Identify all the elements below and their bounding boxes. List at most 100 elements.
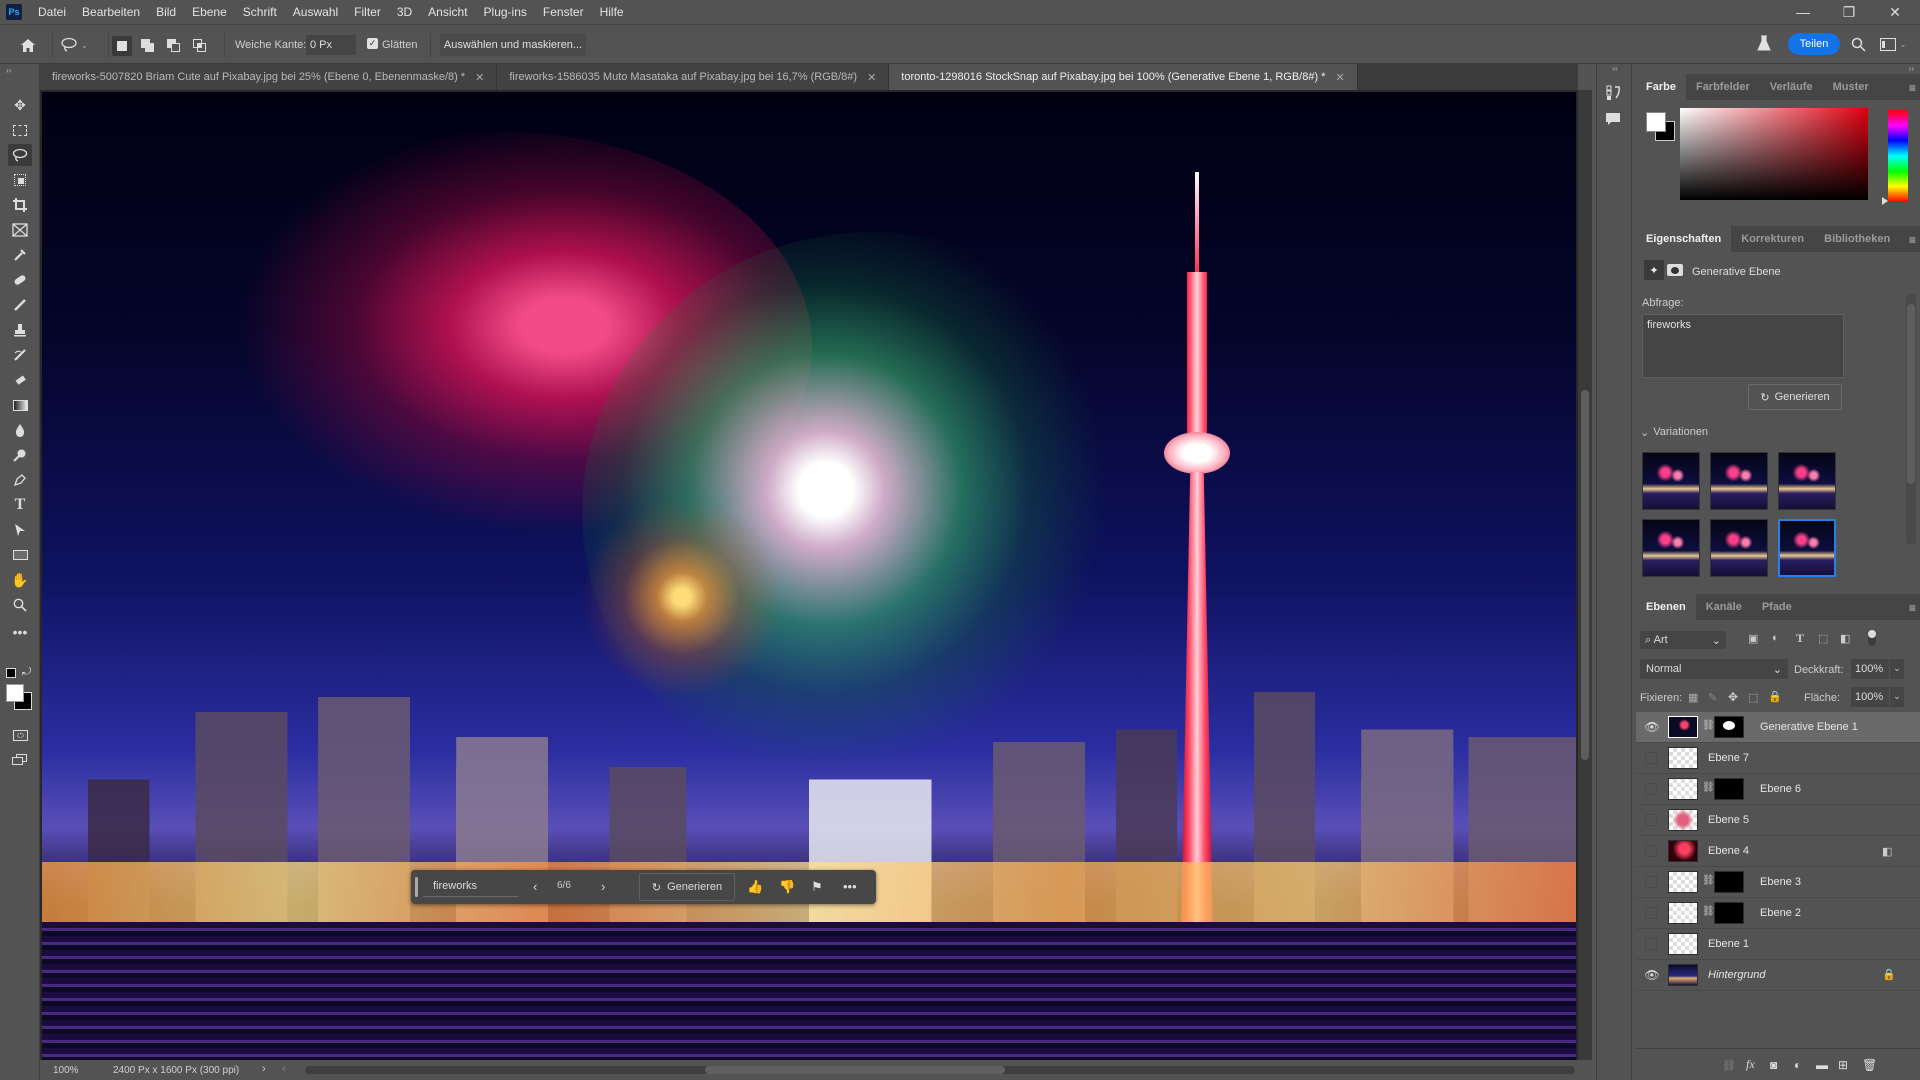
scroll-left-arrow[interactable]: ‹ <box>282 1063 286 1075</box>
task-prompt-input[interactable]: fireworks <box>423 877 519 897</box>
menu-schrift[interactable]: Schrift <box>235 0 285 24</box>
layer-row[interactable]: ⛓ Ebene 6 <box>1636 774 1920 805</box>
variation-thumbnail-6-selected[interactable] <box>1778 519 1836 577</box>
layer-row[interactable]: Ebene 4 ◧ <box>1636 836 1920 867</box>
foreground-color-swatch[interactable] <box>6 684 24 702</box>
layer-mask-thumbnail[interactable] <box>1714 716 1744 738</box>
document-canvas[interactable] <box>42 92 1576 1060</box>
default-colors-icon[interactable] <box>6 668 16 678</box>
close-tab-icon[interactable]: ✕ <box>1335 71 1344 84</box>
layer-row[interactable]: ⛓ Ebene 3 <box>1636 867 1920 898</box>
variation-thumbnail-3[interactable] <box>1778 452 1836 510</box>
vertical-scrollbar[interactable] <box>1578 90 1592 1060</box>
workspace-button[interactable]: ⌄ <box>1874 34 1912 54</box>
subtract-from-selection-button[interactable] <box>164 36 184 56</box>
lasso-tool[interactable] <box>8 144 32 166</box>
add-to-selection-button[interactable] <box>138 36 158 56</box>
history-panel-button[interactable] <box>1605 84 1625 104</box>
thumbs-up-button[interactable]: 👍 <box>747 879 763 895</box>
type-tool[interactable]: T <box>8 494 32 516</box>
layer-row[interactable]: Ebene 1 <box>1636 929 1920 960</box>
layer-row[interactable]: ⛓ Ebene 2 <box>1636 898 1920 929</box>
report-flag-button[interactable]: ⚑ <box>811 879 823 895</box>
panel-menu-icon[interactable]: ≡ <box>1909 81 1916 95</box>
layer-row[interactable]: Ebene 5 <box>1636 805 1920 836</box>
drag-handle[interactable] <box>415 877 418 897</box>
healing-brush-tool[interactable] <box>8 269 32 291</box>
layer-name[interactable]: Generative Ebene 1 <box>1760 721 1858 733</box>
color-field-picker[interactable] <box>1680 108 1868 200</box>
menu-bild[interactable]: Bild <box>148 0 184 24</box>
menu-bearbeiten[interactable]: Bearbeiten <box>74 0 148 24</box>
link-icon[interactable]: ⛓ <box>1702 906 1715 917</box>
variations-header[interactable]: ⌄ Variationen <box>1640 426 1708 439</box>
foreground-swatch[interactable] <box>1646 112 1666 132</box>
layer-style-fx-icon[interactable]: fx <box>1746 1057 1755 1072</box>
filter-adjustment-icon[interactable]: ◐ <box>1772 632 1779 644</box>
close-tab-icon[interactable]: ✕ <box>475 71 484 84</box>
brush-tool[interactable] <box>8 294 32 316</box>
layer-mask-thumbnail[interactable] <box>1714 902 1744 924</box>
frame-tool[interactable] <box>8 219 32 241</box>
layer-name[interactable]: Ebene 1 <box>1708 938 1749 950</box>
marquee-tool[interactable] <box>8 119 32 141</box>
tab-pfade[interactable]: Pfade <box>1752 594 1802 620</box>
intersect-selection-button[interactable] <box>190 36 210 56</box>
prompt-textarea[interactable]: fireworks <box>1642 314 1844 378</box>
layer-row[interactable]: 👁 ⛓ Generative Ebene 1 <box>1636 712 1920 743</box>
add-mask-icon[interactable]: ◙ <box>1770 1058 1777 1072</box>
new-selection-button[interactable] <box>112 36 132 56</box>
menu-auswahl[interactable]: Auswahl <box>285 0 346 24</box>
restore-button[interactable]: ❐ <box>1826 0 1872 24</box>
lock-transparent-icon[interactable]: ▦ <box>1688 691 1698 704</box>
lock-pixels-icon[interactable]: ✎ <box>1708 691 1717 704</box>
opacity-dropdown[interactable]: ⌄ <box>1890 659 1904 679</box>
expand-panels-icon[interactable]: ›› <box>1909 64 1914 73</box>
tab-ebenen[interactable]: Ebenen <box>1636 594 1696 620</box>
tab-korrekturen[interactable]: Korrekturen <box>1731 226 1814 252</box>
visibility-toggle[interactable] <box>1645 814 1657 826</box>
panel-menu-icon[interactable]: ≡ <box>1909 233 1916 247</box>
delete-layer-icon[interactable]: 🗑 <box>1862 1058 1877 1072</box>
next-variation-button[interactable]: › <box>601 879 605 894</box>
minimize-button[interactable]: — <box>1780 0 1826 24</box>
visibility-toggle[interactable] <box>1645 876 1657 888</box>
zoom-tool[interactable] <box>8 594 32 616</box>
menu-filter[interactable]: Filter <box>346 0 389 24</box>
document-tab-active[interactable]: toronto-1298016 StockSnap auf Pixabay.jp… <box>889 64 1358 90</box>
filter-shape-icon[interactable]: ⬚ <box>1818 632 1828 645</box>
comments-panel-button[interactable] <box>1605 112 1625 132</box>
canvas-area[interactable]: fireworks ‹ 6/6 › ↻ Generieren 👍 👎 ⚑ ••• <box>40 90 1578 1060</box>
gradient-tool[interactable] <box>8 394 32 416</box>
layer-name[interactable]: Ebene 4 <box>1708 845 1749 857</box>
menu-hilfe[interactable]: Hilfe <box>592 0 632 24</box>
visibility-toggle[interactable] <box>1645 907 1657 919</box>
thumbs-down-button[interactable]: 👎 <box>779 879 795 895</box>
new-group-icon[interactable]: ▬ <box>1816 1058 1828 1072</box>
menu-ebene[interactable]: Ebene <box>184 0 235 24</box>
horizontal-scrollbar[interactable] <box>305 1066 1575 1074</box>
link-icon[interactable]: ⛓ <box>1702 782 1715 793</box>
lock-all-icon[interactable]: 🔒 <box>1768 690 1782 703</box>
menu-fenster[interactable]: Fenster <box>535 0 592 24</box>
visibility-toggle[interactable] <box>1645 783 1657 795</box>
lock-position-icon[interactable]: ✥ <box>1728 690 1738 704</box>
visibility-toggle[interactable] <box>1645 752 1657 764</box>
collapse-panels-icon[interactable]: ‹‹ <box>1597 64 1633 74</box>
select-and-mask-button[interactable]: Auswählen und maskieren... <box>440 34 586 56</box>
expand-toolbar-icon[interactable]: ›› <box>6 66 11 75</box>
properties-scrollbar[interactable] <box>1906 294 1916 544</box>
visibility-toggle[interactable] <box>1645 845 1657 857</box>
menu-3d[interactable]: 3D <box>389 0 420 24</box>
layer-name[interactable]: Ebene 6 <box>1760 783 1801 795</box>
close-tab-icon[interactable]: ✕ <box>867 71 876 84</box>
move-tool[interactable]: ✥ <box>8 94 32 116</box>
zoom-level[interactable]: 100% <box>53 1065 79 1076</box>
history-brush-tool[interactable] <box>8 344 32 366</box>
beta-features-button[interactable] <box>1754 33 1774 53</box>
tab-eigenschaften[interactable]: Eigenschaften <box>1636 226 1732 252</box>
scroll-thumb[interactable] <box>1581 390 1589 760</box>
home-button[interactable] <box>18 35 38 55</box>
variation-thumbnail-1[interactable] <box>1642 452 1700 510</box>
previous-variation-button[interactable]: ‹ <box>533 879 537 894</box>
